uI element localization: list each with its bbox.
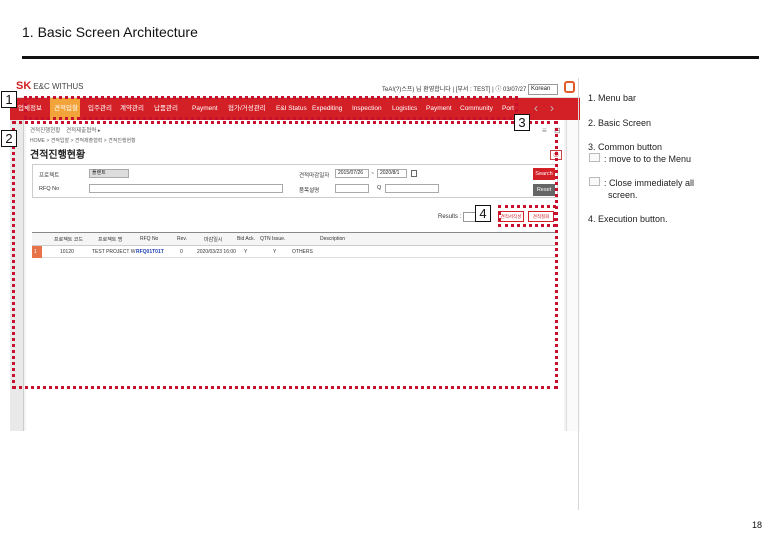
logout-icon[interactable] bbox=[564, 81, 575, 93]
close-all-icon bbox=[589, 177, 600, 186]
note-execution-button: 4. Execution button. bbox=[588, 214, 668, 224]
note-close-all: : Close immediately all bbox=[604, 178, 695, 188]
chevron-left-icon[interactable]: ‹ bbox=[534, 101, 538, 115]
language-select[interactable]: Korean bbox=[528, 84, 558, 95]
title-divider bbox=[22, 56, 759, 59]
chevron-right-icon[interactable]: › bbox=[550, 101, 554, 115]
page-number: 18 bbox=[752, 520, 763, 530]
note-move-menu: : move to to the Menu bbox=[604, 154, 692, 164]
menu-bar-highlight bbox=[24, 96, 518, 120]
note-basic-screen: 2. Basic Screen bbox=[588, 118, 652, 128]
user-info: TeA!(?)스프) 님 환영합니다 | [부서 : TEST] | ⓘ 03/… bbox=[382, 87, 527, 93]
panel-divider bbox=[578, 78, 579, 510]
badge-3: 3 bbox=[514, 114, 530, 131]
execution-button-highlight bbox=[498, 205, 556, 227]
app-logo[interactable]: SK E&C WITHUS bbox=[16, 80, 84, 92]
badge-4: 4 bbox=[475, 205, 491, 222]
basic-screen-highlight bbox=[12, 121, 558, 389]
page-title: 1. Basic Screen Architecture bbox=[22, 24, 198, 40]
badge-1: 1 bbox=[1, 91, 17, 108]
badge-2: 2 bbox=[1, 130, 17, 147]
app-header: SK E&C WITHUS TeA!(?)스프) 님 환영합니다 | [부서 : … bbox=[10, 76, 580, 98]
menu-list-icon bbox=[589, 153, 600, 162]
note-menu-bar: 1. Menu bar bbox=[588, 93, 637, 103]
note-common-button: 3. Common button bbox=[588, 142, 663, 152]
note-close-all-cont: screen. bbox=[608, 190, 638, 200]
